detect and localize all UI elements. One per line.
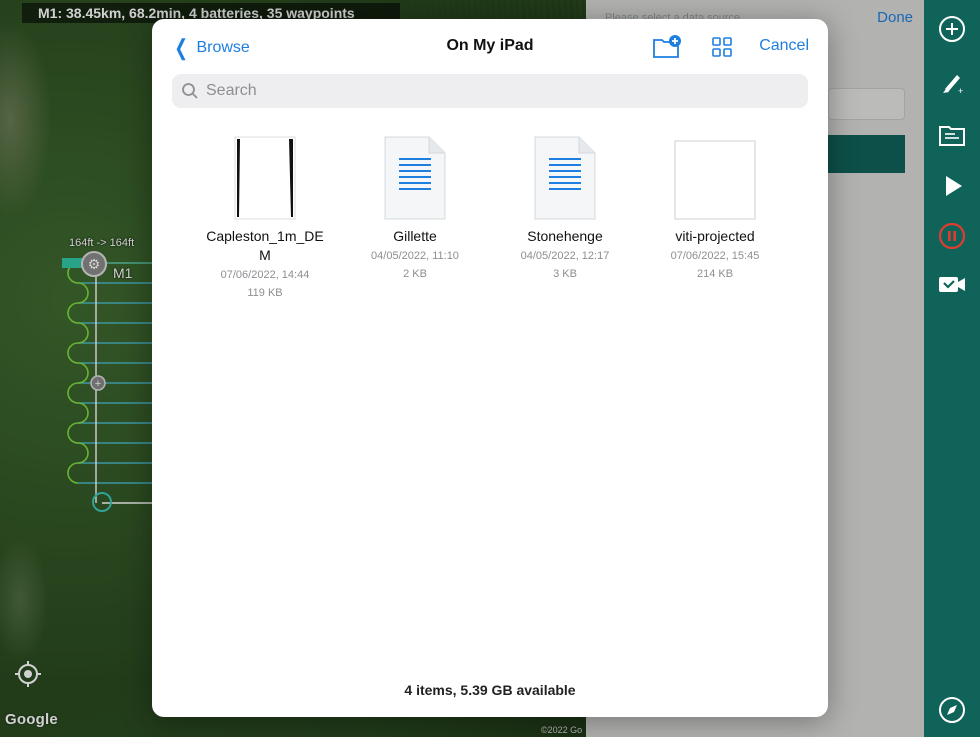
file-size: 119 KB (247, 287, 283, 299)
draw-icon[interactable]: + (936, 66, 968, 98)
search-icon (182, 83, 198, 99)
file-picker-sheet: ❮ Browse On My iPad Cancel Search Caples… (152, 19, 828, 717)
storage-status: 4 items, 5.39 GB available (404, 682, 576, 698)
file-item[interactable]: Stonehenge 04/05/2022, 12:17 3 KB (500, 136, 630, 283)
compass-icon[interactable] (936, 694, 968, 726)
file-size: 2 KB (403, 268, 427, 280)
file-date: 07/06/2022, 14:44 (220, 269, 310, 281)
pause-circle-icon[interactable] (936, 220, 968, 252)
file-date: 04/05/2022, 11:10 (371, 250, 459, 262)
search-input[interactable]: Search (172, 74, 808, 108)
file-item[interactable]: viti-projected 07/06/2022, 15:45 214 KB (650, 136, 780, 283)
play-icon[interactable] (936, 170, 968, 202)
text-document-icon (384, 136, 446, 220)
file-item[interactable]: Capleston_1m_DEM 07/06/2022, 14:44 119 K… (200, 136, 330, 302)
file-item[interactable]: Gillette 04/05/2022, 11:10 2 KB (350, 136, 480, 283)
file-name: Gillette (393, 228, 437, 244)
dem-thumbnail-icon (234, 136, 296, 220)
right-toolbar: + (924, 0, 980, 737)
file-date: 07/06/2022, 15:45 (670, 250, 760, 262)
file-size: 3 KB (553, 268, 577, 280)
grid-view-icon[interactable] (711, 36, 733, 58)
files-icon[interactable] (936, 118, 968, 150)
svg-text:+: + (958, 86, 963, 96)
plus-circle-icon[interactable] (936, 13, 968, 45)
video-camera-icon[interactable] (936, 268, 968, 300)
file-name: viti-projected (675, 228, 755, 244)
file-name: Stonehenge (527, 228, 603, 244)
cancel-button[interactable]: Cancel (759, 37, 809, 55)
text-document-icon (534, 136, 596, 220)
file-size: 214 KB (696, 268, 734, 280)
search-placeholder: Search (206, 82, 257, 99)
file-date: 04/05/2022, 12:17 (520, 250, 610, 262)
image-thumbnail-icon (674, 140, 756, 220)
file-name: Capleston_1m_DEM (206, 228, 324, 263)
new-folder-icon[interactable] (652, 34, 682, 60)
